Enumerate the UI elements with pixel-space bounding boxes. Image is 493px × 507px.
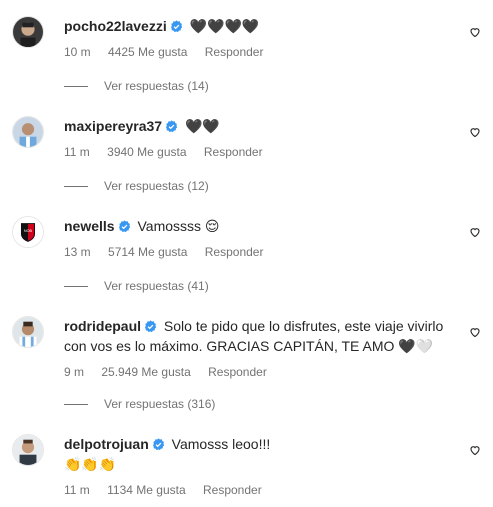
divider-dash: [64, 186, 88, 188]
heart-outline-icon[interactable]: [469, 26, 481, 38]
view-replies-label: Ver respuestas (14): [104, 79, 209, 93]
comment-meta: 10 m 4425 Me gusta Responder: [64, 44, 453, 60]
comment-time: 11 m: [64, 145, 90, 159]
view-replies-button[interactable]: Ver respuestas (14): [64, 78, 209, 94]
divider-dash: [64, 286, 88, 288]
comment-text-line: newells Vamossss 😌: [64, 216, 453, 236]
view-replies-button[interactable]: Ver respuestas (12): [64, 178, 209, 194]
reply-button[interactable]: Responder: [203, 483, 262, 497]
verified-badge-icon: [152, 438, 165, 451]
comment-text: 🖤🖤: [184, 118, 220, 134]
comment-meta: 11 m 3940 Me gusta Responder: [64, 144, 453, 160]
comment-time: 13 m: [64, 245, 91, 259]
avatar[interactable]: NOB: [12, 216, 44, 248]
avatar[interactable]: [12, 434, 44, 466]
comment-time: 11 m: [64, 483, 90, 497]
avatar[interactable]: [12, 316, 44, 348]
comment-text-line: delpotrojuan Vamosss leoo!!!: [64, 434, 453, 454]
comment-text: Vamosss leoo!!!: [171, 436, 271, 452]
comment-username[interactable]: newells: [64, 218, 115, 234]
comment-time: 9 m: [64, 365, 85, 379]
view-replies-button[interactable]: Ver respuestas (316): [64, 396, 215, 412]
comment-text: 🖤🖤🖤🖤: [189, 18, 260, 34]
comment-meta: 11 m 1134 Me gusta Responder: [64, 482, 453, 498]
verified-badge-icon: [118, 220, 131, 233]
comment-text-line: rodridepaul Solo te pido que lo disfrute…: [64, 316, 453, 356]
view-replies-label: Ver respuestas (12): [104, 179, 209, 193]
svg-text:NOB: NOB: [24, 229, 33, 233]
divider-dash: [64, 86, 88, 88]
comment-text: Vamossss 😌: [137, 218, 220, 234]
comment-username[interactable]: rodridepaul: [64, 318, 141, 334]
comment-text-continued: 👏👏👏: [64, 456, 117, 472]
reply-button[interactable]: Responder: [205, 245, 264, 259]
comment-likes[interactable]: 3940 Me gusta: [107, 145, 186, 159]
comment-username[interactable]: pocho22lavezzi: [64, 18, 167, 34]
reply-button[interactable]: Responder: [205, 45, 264, 59]
view-replies-label: Ver respuestas (41): [104, 279, 209, 293]
divider-dash: [64, 404, 88, 406]
comment-text-line: maxipereyra37 🖤🖤: [64, 116, 453, 136]
verified-badge-icon: [144, 320, 157, 333]
comment-text-line-2: 👏👏👏: [64, 454, 453, 474]
comment-likes[interactable]: 4425 Me gusta: [108, 45, 187, 59]
comment-username[interactable]: delpotrojuan: [64, 436, 149, 452]
reply-button[interactable]: Responder: [204, 145, 263, 159]
heart-outline-icon[interactable]: [469, 444, 481, 456]
verified-badge-icon: [165, 120, 178, 133]
verified-badge-icon: [170, 20, 183, 33]
reply-button[interactable]: Responder: [208, 365, 267, 379]
comment-text-line: pocho22lavezzi 🖤🖤🖤🖤: [64, 16, 453, 36]
comment-likes[interactable]: 5714 Me gusta: [108, 245, 187, 259]
avatar[interactable]: [12, 116, 44, 148]
heart-outline-icon[interactable]: [469, 226, 481, 238]
comment-likes[interactable]: 25.949 Me gusta: [101, 365, 190, 379]
comment-meta: 13 m 5714 Me gusta Responder: [64, 244, 453, 260]
heart-outline-icon[interactable]: [469, 126, 481, 138]
view-replies-label: Ver respuestas (316): [104, 397, 216, 411]
avatar[interactable]: [12, 16, 44, 48]
comment-username[interactable]: maxipereyra37: [64, 118, 162, 134]
comment-meta: 9 m 25.949 Me gusta Responder: [64, 364, 453, 380]
comment-likes[interactable]: 1134 Me gusta: [107, 483, 186, 497]
heart-outline-icon[interactable]: [469, 326, 481, 338]
comment-time: 10 m: [64, 45, 91, 59]
view-replies-button[interactable]: Ver respuestas (41): [64, 278, 209, 294]
